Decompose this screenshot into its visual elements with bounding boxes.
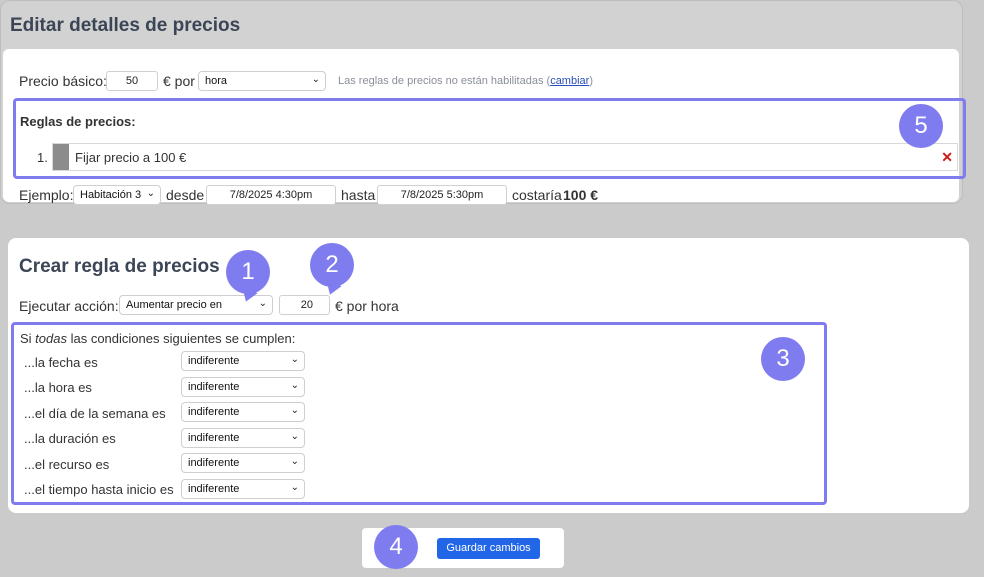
- chevron-down-icon: ⌄: [258, 298, 267, 309]
- condition-select-resource[interactable]: indiferente ⌄: [181, 453, 305, 473]
- rules-disabled-note: Las reglas de precios no están habilitad…: [338, 75, 593, 87]
- callout-badge-1: 1: [226, 250, 270, 294]
- from-datetime-input[interactable]: [206, 185, 336, 205]
- rules-title: Reglas de precios:: [20, 114, 136, 129]
- condition-label-date: ...la fecha es: [24, 355, 98, 370]
- condition-label-resource: ...el recurso es: [24, 457, 110, 472]
- example-resource-value: Habitación 3: [80, 189, 142, 201]
- chevron-down-icon: ⌄: [146, 188, 155, 199]
- cost-value: 100 €: [563, 187, 599, 203]
- callout-badge-5: 5: [899, 104, 943, 148]
- condition-select-duration[interactable]: indiferente ⌄: [181, 428, 305, 448]
- amount-input[interactable]: [279, 295, 330, 315]
- example-label: Ejemplo:: [19, 187, 74, 203]
- rule-item[interactable]: Fijar precio a 100 € ✕: [52, 143, 958, 171]
- cost-label: costaría: [512, 187, 562, 203]
- base-price-input[interactable]: [106, 71, 158, 91]
- callout-badge-4: 4: [374, 525, 418, 569]
- condition-select-time[interactable]: indiferente ⌄: [181, 377, 305, 397]
- from-label: desde: [166, 187, 205, 203]
- rule-number: 1.: [37, 150, 48, 165]
- edit-panel-title: Editar detalles de precios: [10, 15, 241, 36]
- amount-unit-label: € por hora: [335, 298, 399, 314]
- callout-badge-3: 3: [761, 337, 805, 381]
- condition-label-lead-time: ...el tiempo hasta inicio es: [24, 482, 174, 497]
- unit-select[interactable]: hora ⌄: [198, 71, 326, 91]
- condition-label-duration: ...la duración es: [24, 431, 116, 446]
- to-datetime-input[interactable]: [377, 185, 507, 205]
- unit-select-value: hora: [205, 75, 228, 87]
- chevron-down-icon: ⌄: [311, 74, 320, 85]
- chevron-down-icon: ⌄: [290, 380, 299, 391]
- currency-per-label: € por: [163, 73, 195, 89]
- conditions-intro: Si todas las condiciones siguientes se c…: [20, 331, 296, 346]
- chevron-down-icon: ⌄: [290, 431, 299, 442]
- condition-select-weekday[interactable]: indiferente ⌄: [181, 402, 305, 422]
- rule-text: Fijar precio a 100 €: [75, 150, 187, 165]
- example-resource-select[interactable]: Habitación 3 ⌄: [73, 185, 161, 205]
- drag-handle[interactable]: [53, 144, 69, 170]
- chevron-down-icon: ⌄: [290, 456, 299, 467]
- base-price-label: Precio básico:: [19, 73, 107, 89]
- condition-label-weekday: ...el día de la semana es: [24, 406, 166, 421]
- condition-label-time: ...la hora es: [24, 380, 92, 395]
- create-panel-title: Crear regla de precios: [19, 256, 220, 277]
- condition-select-date[interactable]: indiferente ⌄: [181, 351, 305, 371]
- chevron-down-icon: ⌄: [290, 405, 299, 416]
- change-link[interactable]: cambiar: [550, 75, 589, 87]
- action-select-value: Aumentar precio en: [126, 299, 222, 311]
- to-label: hasta: [341, 187, 376, 203]
- condition-select-lead-time[interactable]: indiferente ⌄: [181, 479, 305, 499]
- action-label: Ejecutar acción:: [19, 298, 119, 314]
- chevron-down-icon: ⌄: [290, 482, 299, 493]
- save-changes-button[interactable]: Guardar cambios: [437, 538, 540, 559]
- chevron-down-icon: ⌄: [290, 354, 299, 365]
- callout-badge-2: 2: [310, 243, 354, 287]
- delete-rule-icon[interactable]: ✕: [941, 149, 953, 166]
